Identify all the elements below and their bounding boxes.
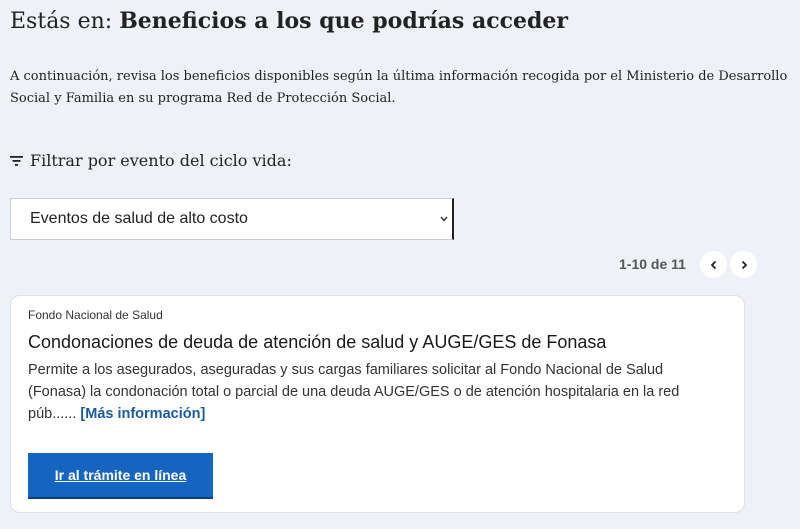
filter-icon: [10, 155, 23, 166]
page-title: Estás en: Beneficios a los que podrías a…: [10, 8, 568, 34]
filter-label: Filtrar por evento del ciclo vida:: [10, 151, 292, 170]
select-value: Eventos de salud de alto costo: [30, 210, 248, 227]
lifecycle-event-select[interactable]: Eventos de salud de alto costo: [10, 198, 454, 240]
pagination-count: 1-10 de 11: [619, 256, 686, 272]
chevron-down-icon: [440, 216, 448, 222]
chevron-left-icon: [710, 260, 716, 269]
card-title: Condonaciones de deuda de atención de sa…: [28, 332, 607, 352]
next-page-button[interactable]: [730, 251, 757, 278]
card-agency: Fondo Nacional de Salud: [28, 308, 163, 322]
more-info-bracket-open: [: [76, 406, 86, 422]
page-title-prefix: Estás en:: [10, 9, 120, 34]
card-description: Permite a los asegurados, aseguradas y s…: [28, 359, 718, 425]
intro-text: A continuación, revisa los beneficios di…: [10, 69, 788, 106]
benefit-card: Fondo Nacional de Salud Condonaciones de…: [10, 295, 745, 513]
online-procedure-button[interactable]: Ir al trámite en línea: [28, 453, 213, 497]
chevron-right-icon: [741, 260, 747, 269]
more-info-bracket-close: ]: [200, 406, 206, 422]
prev-page-button[interactable]: [700, 251, 727, 278]
more-info-link[interactable]: Más información: [85, 406, 200, 422]
filter-label-text: Filtrar por evento del ciclo vida:: [30, 151, 292, 170]
page-title-text: Beneficios a los que podrías acceder: [119, 8, 568, 34]
